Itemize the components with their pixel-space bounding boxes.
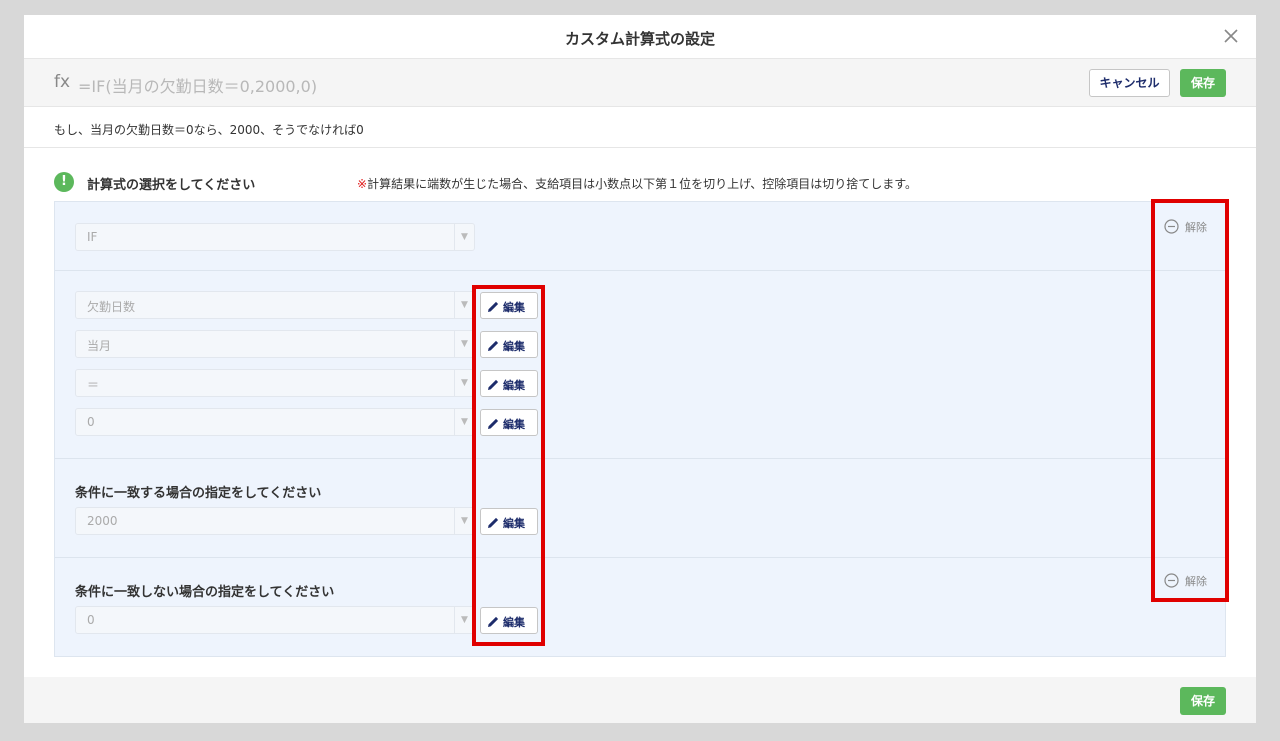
section-divider [55,458,1225,459]
edit-button-true-value[interactable]: 編集 [480,508,538,535]
remove-function-button[interactable]: 解除 [1164,217,1214,235]
modal-header: カスタム計算式の設定 [24,15,1256,59]
edit-button-condition-3[interactable]: 編集 [480,370,538,397]
edit-button-condition-1[interactable]: 編集 [480,292,538,319]
modal-footer: 保存 [24,677,1256,723]
edit-label: 編集 [503,517,525,530]
condition-field-3-value: ＝ [87,378,100,392]
pencil-icon [488,301,499,312]
pencil-icon [488,379,499,390]
chevron-down-icon: ▼ [454,508,474,534]
chevron-down-icon: ▼ [454,607,474,633]
pencil-icon [488,340,499,351]
function-select[interactable]: IF ▼ [75,223,475,251]
chevron-down-icon: ▼ [454,224,474,250]
pencil-icon [488,418,499,429]
condition-field-4[interactable]: 0 ▼ [75,408,475,436]
rounding-note: ※計算結果に端数が生じた場合、支給項目は小数点以下第１位を切り上げ、控除項目は切… [357,175,917,192]
formula-description: もし、当月の欠勤日数＝0なら、2000、そうでなければ0 [24,107,1256,148]
footer-save-button[interactable]: 保存 [1180,687,1226,715]
pencil-icon [488,517,499,528]
note-mark: ※ [357,177,368,191]
edit-label: 編集 [503,616,525,629]
modal-title: カスタム計算式の設定 [564,30,715,48]
formula-preview: =IF(当月の欠勤日数＝0,2000,0) [78,77,318,96]
minus-circle-icon [1164,573,1179,588]
false-value-select[interactable]: 0 ▼ [75,606,475,634]
edit-label: 編集 [503,301,525,314]
condition-field-3[interactable]: ＝ ▼ [75,369,475,397]
condition-field-4-value: 0 [87,415,95,429]
chevron-down-icon: ▼ [454,331,474,357]
chevron-down-icon: ▼ [454,409,474,435]
remove-false-branch-button[interactable]: 解除 [1164,571,1214,589]
custom-formula-modal: カスタム計算式の設定 fx =IF(当月の欠勤日数＝0,2000,0) キャンセ… [24,15,1256,723]
function-select-value: IF [87,230,98,244]
formula-bar: fx =IF(当月の欠勤日数＝0,2000,0) キャンセル 保存 [24,59,1256,107]
condition-field-2[interactable]: 当月 ▼ [75,330,475,358]
remove-label: 解除 [1185,575,1207,588]
alert-icon: ! [54,172,74,192]
section-divider [55,557,1225,558]
condition-field-1[interactable]: 欠勤日数 ▼ [75,291,475,319]
close-icon[interactable] [1220,25,1242,47]
edit-label: 編集 [503,340,525,353]
section-divider [55,270,1225,271]
edit-button-condition-4[interactable]: 編集 [480,409,538,436]
note-text: 計算結果に端数が生じた場合、支給項目は小数点以下第１位を切り上げ、控除項目は切り… [367,177,918,191]
chevron-down-icon: ▼ [454,370,474,396]
condition-field-1-value: 欠勤日数 [87,300,136,314]
remove-label: 解除 [1185,221,1207,234]
minus-circle-icon [1164,219,1179,234]
chevron-down-icon: ▼ [454,292,474,318]
description-text: もし、当月の欠勤日数＝0なら、2000、そうでなければ0 [54,123,364,137]
select-title: 計算式の選択をしてください [87,178,256,193]
pencil-icon [488,616,499,627]
edit-label: 編集 [503,379,525,392]
cancel-button[interactable]: キャンセル [1089,69,1170,97]
edit-button-false-value[interactable]: 編集 [480,607,538,634]
true-value-select[interactable]: 2000 ▼ [75,507,475,535]
edit-button-condition-2[interactable]: 編集 [480,331,538,358]
formula-builder-panel: IF ▼ 解除 欠勤日数 ▼ 編集 当月 ▼ 編集 ＝ ▼ 編集 0 ▼ 編集 … [54,201,1226,657]
edit-label: 編集 [503,418,525,431]
save-button[interactable]: 保存 [1180,69,1226,97]
fx-label: fx [54,72,71,92]
false-section-label: 条件に一致しない場合の指定をしてください [75,585,335,600]
true-section-label: 条件に一致する場合の指定をしてください [75,486,322,501]
false-value: 0 [87,613,95,627]
select-header: ! 計算式の選択をしてください ※計算結果に端数が生じた場合、支給項目は小数点以… [24,148,1256,201]
condition-field-2-value: 当月 [87,339,112,353]
true-value: 2000 [87,514,118,528]
